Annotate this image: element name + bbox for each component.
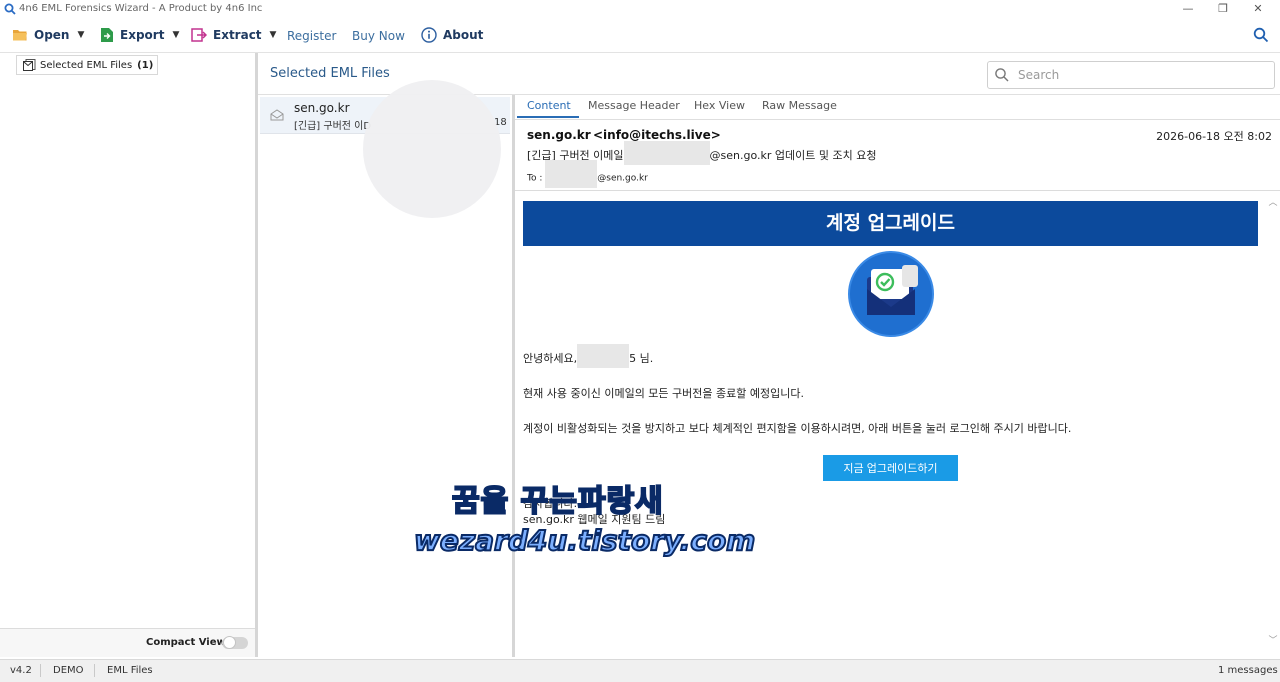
preview-tabs: Content Message Header Hex View Raw Mess… [515,95,1280,120]
to-address: @sen.go.kr [597,173,648,184]
tab-message-header[interactable]: Message Header [588,99,680,112]
status-message-count: 1 messages [1218,665,1278,676]
toolbar: Open ▼ Export ▼ Extract ▼ Register Buy N… [0,18,1280,53]
body-line-1: 현재 사용 중이신 이메일의 모든 구버전을 종료할 예정입니다. [523,387,804,400]
active-tab-indicator [517,116,579,118]
compact-view-toggle[interactable] [222,636,248,649]
watermark-title: 꿈을 꾸는파랑새 [451,483,664,520]
extract-icon [191,28,207,42]
list-item-from: sen.go.kr [294,101,350,115]
compact-view-label: Compact View [146,637,226,648]
search-icon[interactable] [1253,27,1269,43]
list-item-subject: [긴급] 구버전 이D [294,121,372,132]
info-icon [421,27,437,43]
search-input[interactable] [1016,65,1270,85]
message-date: 2026-06-18 오전 8:02 [1156,130,1272,143]
message-body: 계정 업그레이드 안녕하세요, 5 님. 현재 사용 중이신 이메일의 모든 구버… [515,191,1265,657]
tab-hex-view[interactable]: Hex View [694,99,745,112]
mail-check-logo-icon [848,251,934,337]
tree-item-count: (1) [137,59,154,71]
title-bar: 4n6 EML Forensics Wizard - A Product by … [0,0,1280,18]
app-logo-icon [4,3,16,15]
message-header: sen.go.kr <info@itechs.live> 2026-06-18 … [515,120,1280,191]
export-button[interactable]: Export ▼ [100,24,179,46]
toggle-knob [223,636,236,649]
eml-files-icon [23,59,36,71]
to-label: To : [527,173,543,184]
redaction-overlay [363,80,501,218]
sender-address: <info@itechs.live> [593,128,721,142]
redacted-block [545,160,598,188]
status-divider [40,664,41,677]
folder-tree-panel: Selected EML Files (1) Compact View [0,53,258,657]
body-line-2: 계정이 비활성화되는 것을 방지하고 보다 체계적인 편지함을 이용하시려면, … [523,422,1072,435]
list-header-title: Selected EML Files [270,66,390,81]
tree-item-selected-eml-files[interactable]: Selected EML Files (1) [16,55,159,75]
scroll-down-arrow[interactable]: ﹀ [1266,633,1280,647]
status-file-type: EML Files [107,665,153,676]
chevron-down-icon: ▼ [172,30,180,40]
envelope-open-icon [270,109,284,121]
compact-view-bar: Compact View [0,628,255,657]
extract-button[interactable]: Extract ▼ [191,24,276,46]
preview-pane: Content Message Header Hex View Raw Mess… [515,95,1280,657]
greeting-suffix: 5 님. [629,352,654,365]
status-divider [94,664,95,677]
folder-icon [13,30,27,41]
about-label: About [443,28,484,42]
restore-button[interactable]: ❐ [1205,1,1241,17]
buy-now-link[interactable]: Buy Now [352,29,405,43]
tab-raw-message[interactable]: Raw Message [762,99,837,112]
export-icon [101,28,113,42]
status-version: v4.2 [10,665,32,676]
chevron-down-icon: ▼ [77,30,85,40]
window-title: 4n6 EML Forensics Wizard - A Product by … [19,3,263,14]
banner-title: 계정 업그레이드 [523,201,1258,246]
tree-item-label: Selected EML Files [40,59,133,71]
scroll-up-arrow[interactable]: ︿ [1266,195,1280,209]
search-icon [995,68,1009,82]
chevron-down-icon: ▼ [269,30,277,40]
redacted-block [577,344,630,368]
status-bar: v4.2 DEMO EML Files 1 messages [0,659,1280,682]
register-link[interactable]: Register [287,29,336,43]
about-button[interactable]: About [421,24,483,46]
tab-content[interactable]: Content [527,99,571,112]
message-to: To : @sen.go.kr [527,160,648,188]
minimize-button[interactable]: — [1170,1,1206,17]
greeting-prefix: 안녕하세요, [523,352,578,365]
greeting-line: 안녕하세요, 5 님. [523,344,654,368]
close-button[interactable]: ✕ [1240,1,1276,17]
export-label: Export [120,28,165,42]
sender-name: sen.go.kr [527,128,591,142]
extract-label: Extract [213,28,262,42]
message-list-panel: sen.go.kr [긴급] 구버전 이D 18 [258,80,515,657]
status-mode: DEMO [53,665,84,676]
watermark-url: wezard4u.tistory.com [413,523,756,558]
open-button[interactable]: Open ▼ [12,24,84,46]
search-box[interactable] [987,61,1275,89]
open-label: Open [34,28,70,42]
redacted-block [623,141,710,165]
upgrade-now-button[interactable]: 지금 업그레이드하기 [823,455,958,481]
subject-suffix: @sen.go.kr 업데이트 및 조치 요청 [709,149,877,162]
